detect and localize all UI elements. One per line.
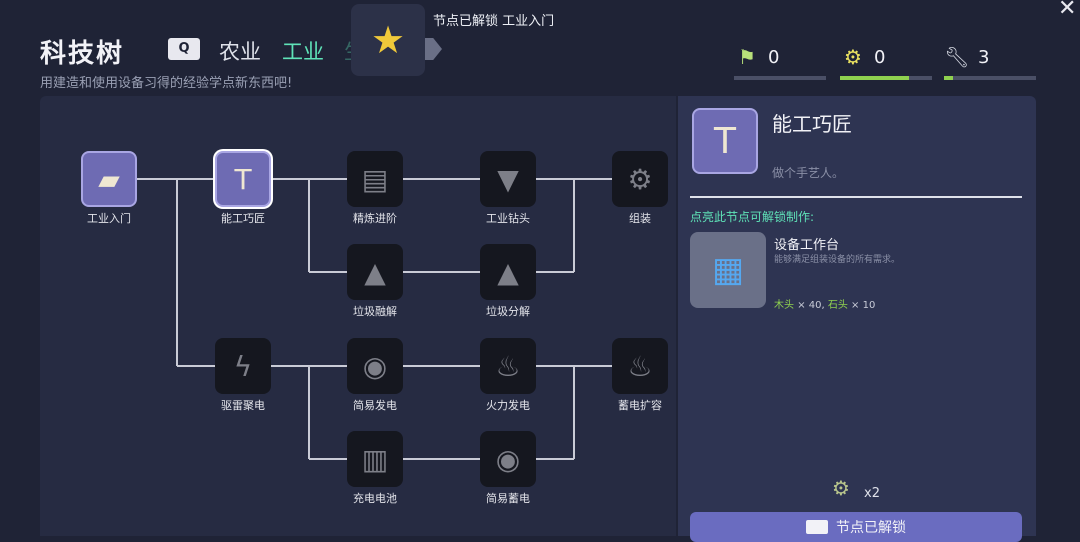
detail-node-description: 做个手艺人。 [772, 166, 845, 180]
recipe-cost: 木头 × 40, 石头 × 10 [774, 300, 876, 311]
drill-icon[interactable]: ▼ [480, 151, 536, 207]
cost-material-wood: 木头 [774, 300, 794, 311]
workbench-icon[interactable]: ▦ [690, 232, 766, 308]
tab-industry[interactable]: 工业 [282, 36, 324, 66]
node-label-thermal-power: 火力发电 [486, 399, 530, 412]
generator-icon[interactable]: ◉ [347, 338, 403, 394]
unlock-node-button[interactable]: 节点已解锁 [690, 512, 1022, 542]
node-label-drill: 工业钻头 [486, 212, 530, 225]
node-label-junk-split: 垃圾分解 [486, 305, 530, 318]
unlock-toast: 节点已解锁 工业入门 [433, 14, 555, 29]
node-cost-amount: x2 [864, 486, 880, 501]
detail-node-name: 能工巧匠 [772, 112, 852, 136]
gear-cog-icon: ⚙ [844, 45, 862, 69]
node-label-junk-melt: 垃圾融解 [353, 305, 397, 318]
key-hint-icon [806, 520, 828, 534]
resource-gear-value: 0 [874, 46, 886, 68]
node-label-storage-expand: 蓄电扩容 [618, 399, 662, 412]
junk-pile-icon[interactable]: ▲ [347, 244, 403, 300]
ingot-icon[interactable]: ▰ [81, 151, 137, 207]
resource-leaf: ⚑ 0 [734, 44, 779, 70]
ingots-icon[interactable]: ▤ [347, 151, 403, 207]
node-label-craftsman: 能工巧匠 [221, 212, 265, 225]
node-label-battery: 充电电池 [353, 492, 397, 505]
node-label-refine: 精炼进阶 [353, 212, 397, 225]
page-subtitle: 用建造和使用设备习得的经验学点新东西吧! [40, 76, 293, 91]
cost-material-stone: 石头 [827, 300, 848, 311]
cost-amount-wood: × 40 [797, 300, 822, 311]
bolt-nut-icon[interactable]: ⚙ [612, 151, 668, 207]
resource-gear-bar [840, 76, 932, 80]
resource-leaf-bar [734, 76, 826, 80]
lightning-icon[interactable]: ϟ [215, 338, 271, 394]
fire-bolt-icon[interactable]: ♨ [480, 338, 536, 394]
resource-wrench: 🔧︎ 3 [944, 44, 989, 70]
node-label-simple-storage: 简易蓄电 [486, 492, 530, 505]
resource-wrench-bar [944, 76, 1036, 80]
unlock-button-label: 节点已解锁 [836, 520, 906, 536]
unlock-heading: 点亮此节点可解锁制作: [690, 210, 815, 224]
node-label-simple-power: 简易发电 [353, 399, 397, 412]
recipe-name: 设备工作台 [774, 238, 840, 253]
close-icon[interactable]: ✕ [1058, 0, 1076, 21]
hammer-icon[interactable]: T [215, 151, 271, 207]
star-icon: ★ [351, 4, 425, 76]
node-detail-panel: T 能工巧匠 做个手艺人。 点亮此节点可解锁制作: ▦ 设备工作台 能够满足组装… [678, 96, 1036, 542]
node-label-lightning: 驱雷聚电 [221, 399, 265, 412]
wrench-icon: 🔧︎ [944, 45, 970, 69]
divider [690, 196, 1022, 198]
leaf-sign-icon: ⚑ [738, 45, 756, 69]
prev-tab-key[interactable]: Q [168, 38, 200, 60]
hammer-icon: T [692, 108, 758, 174]
resource-leaf-value: 0 [768, 46, 780, 68]
generator-icon[interactable]: ◉ [480, 431, 536, 487]
resource-gear: ⚙ 0 [840, 44, 885, 70]
junk-pile-icon[interactable]: ▲ [480, 244, 536, 300]
tech-tree-panel: ▰ 工业入门 T 能工巧匠 ▤ 精炼进阶 ▼ 工业钻头 ⚙ 组装 ▲ 垃圾融解 … [40, 96, 676, 536]
fire-bolt-icon[interactable]: ♨ [612, 338, 668, 394]
recipe-description: 能够满足组装设备的所有需求。 [774, 255, 901, 265]
tab-agriculture[interactable]: 农业 [219, 36, 261, 66]
resource-wrench-value: 3 [978, 46, 990, 68]
node-label-intro: 工业入门 [87, 212, 131, 225]
gear-cog-icon: ⚙ [832, 476, 850, 500]
battery-icon[interactable]: ▥ [347, 431, 403, 487]
cost-amount-stone: × 10 [851, 300, 876, 311]
node-label-assemble: 组装 [629, 212, 651, 225]
page-title: 科技树 [40, 39, 125, 69]
